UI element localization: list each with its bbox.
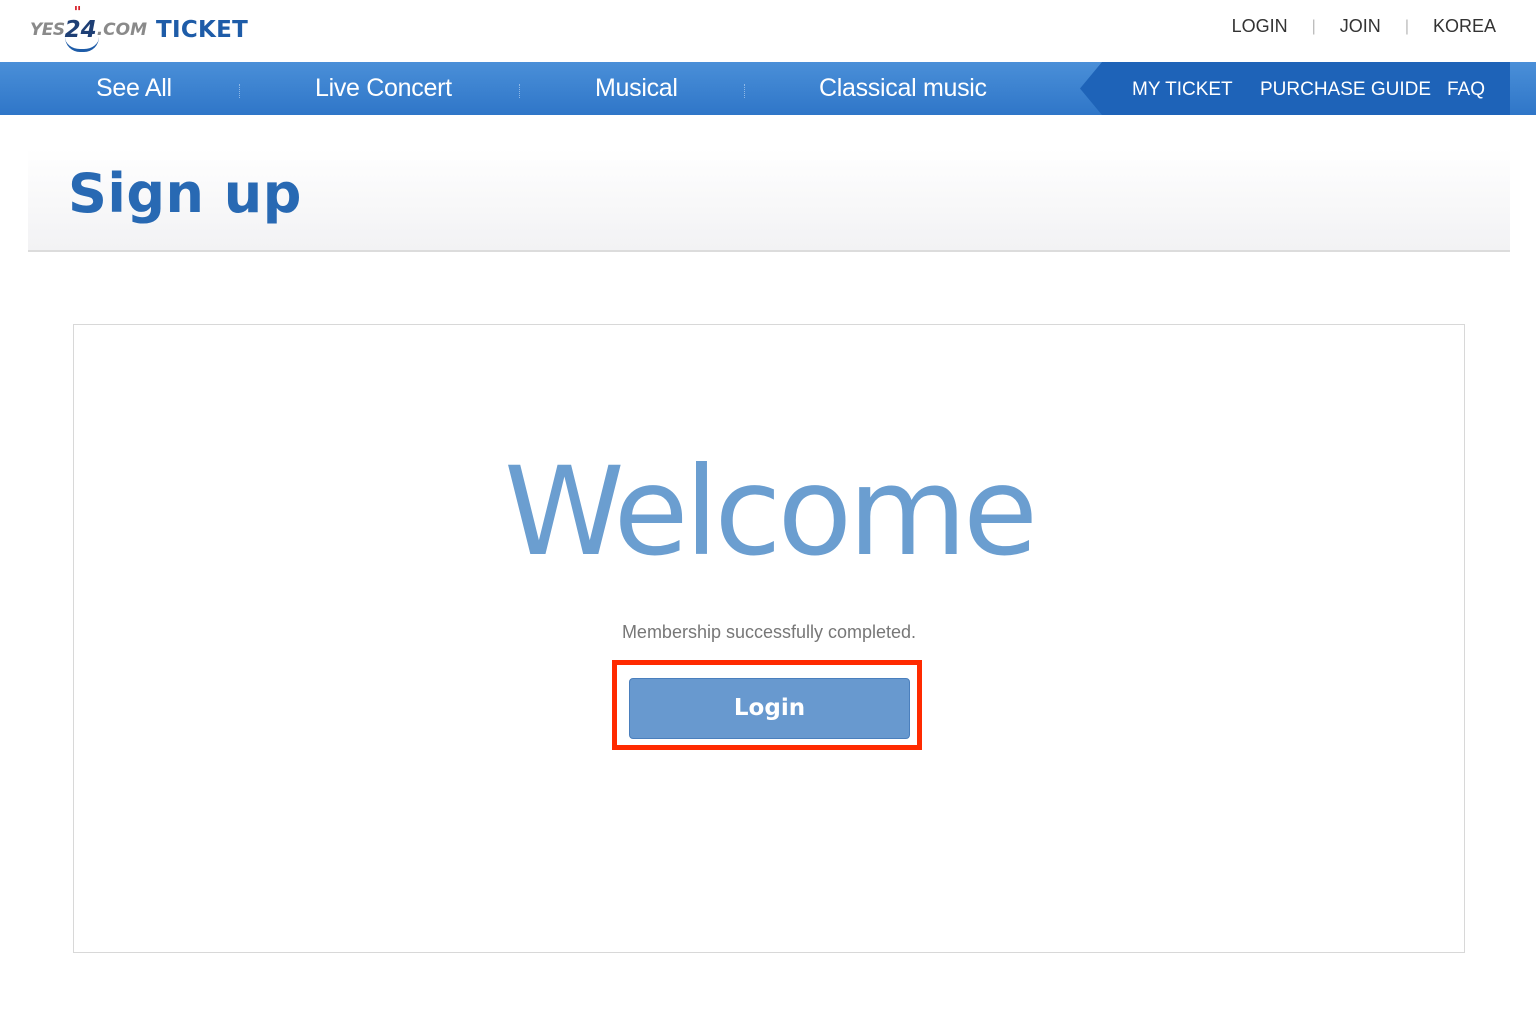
nav-faq[interactable]: FAQ: [1447, 62, 1485, 115]
nav-musical[interactable]: Musical: [595, 62, 678, 115]
logo-yes-text: YES: [30, 20, 65, 40]
nav-my-ticket[interactable]: MY TICKET: [1132, 62, 1233, 115]
nav-classical-music[interactable]: Classical music: [819, 62, 987, 115]
login-button[interactable]: Login: [629, 678, 910, 739]
page-title: Sign up: [68, 162, 302, 225]
nav-divider: [519, 84, 521, 98]
nav-divider: [239, 84, 241, 98]
logo-24-text: " 24: [64, 3, 99, 52]
welcome-heading: Welcome: [503, 441, 1038, 583]
top-header: YES " 24 .COM TICKET LOGIN | JOIN | KORE…: [0, 0, 1536, 62]
page-title-band: Sign up: [28, 148, 1510, 252]
util-separator: |: [1311, 17, 1316, 35]
nav-divider: [744, 84, 746, 98]
nav-see-all[interactable]: See All: [96, 62, 172, 115]
nav-live-concert[interactable]: Live Concert: [315, 62, 452, 115]
logo-quote-mark: ": [73, 3, 82, 21]
main-nav: See All Live Concert Musical Classical m…: [0, 62, 1536, 115]
smile-icon: [64, 37, 99, 52]
util-korea-link[interactable]: KOREA: [1433, 16, 1496, 37]
logo-com-text: .COM: [96, 20, 147, 40]
membership-message: Membership successfully completed.: [621, 622, 917, 642]
yes24-ticket-logo[interactable]: YES " 24 .COM TICKET: [30, 3, 249, 56]
logo-ticket-text: TICKET: [156, 17, 249, 43]
utility-links: LOGIN | JOIN | KOREA: [1232, 16, 1496, 37]
util-separator: |: [1404, 17, 1409, 35]
nav-purchase-guide[interactable]: PURCHASE GUIDE: [1260, 62, 1431, 115]
util-login-link[interactable]: LOGIN: [1232, 16, 1288, 37]
signup-complete-panel: Welcome Membership successfully complete…: [73, 324, 1465, 953]
util-join-link[interactable]: JOIN: [1340, 16, 1381, 37]
